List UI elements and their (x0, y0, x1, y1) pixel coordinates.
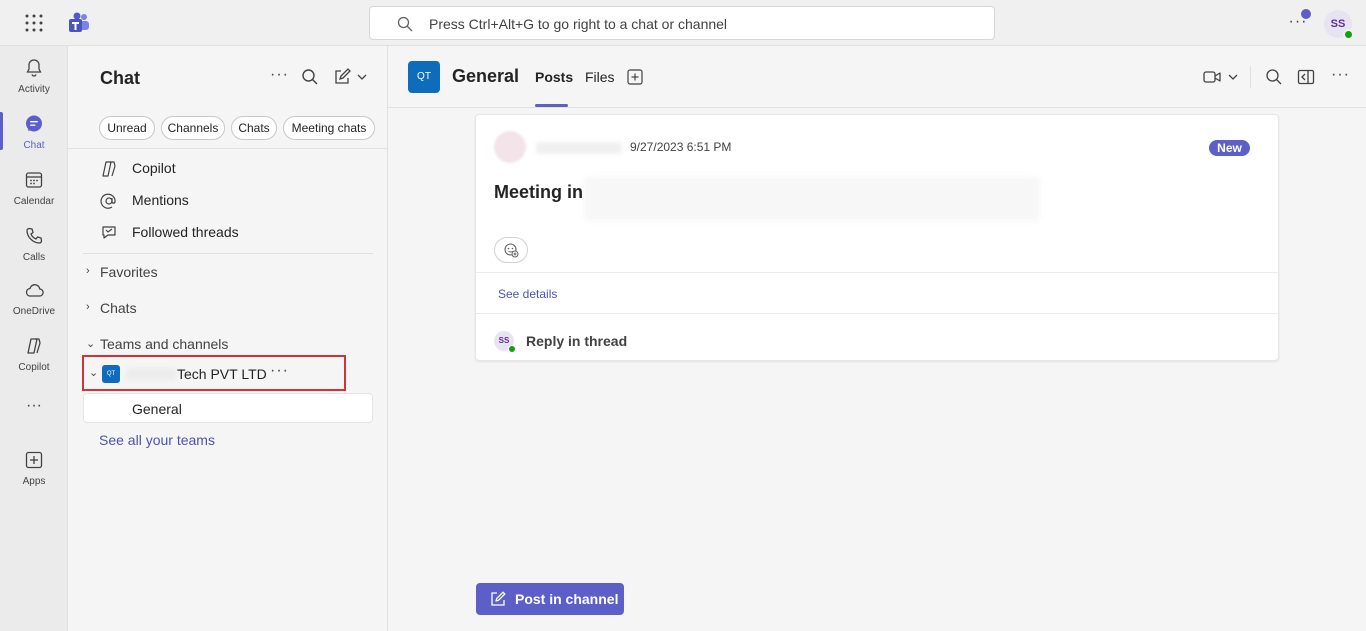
rail-item-apps[interactable]: Apps (0, 442, 68, 494)
title-bar: ··· SS (0, 0, 1366, 46)
presence-available-icon (1343, 29, 1354, 40)
compose-icon (491, 591, 506, 606)
rail-item-activity[interactable]: Activity (0, 50, 68, 102)
filter-meeting-chats[interactable]: Meeting chats (283, 116, 375, 140)
rail-item-calls[interactable]: Calls (0, 218, 68, 270)
rail-label: Activity (18, 84, 50, 95)
avatar-initials: SS (1330, 18, 1346, 30)
app-rail: Activity Chat Calendar Calls OneDrive Co… (0, 46, 68, 631)
divider (476, 313, 1278, 314)
phone-icon (26, 227, 43, 244)
search-box[interactable] (369, 6, 995, 40)
copilot-icon (27, 338, 41, 354)
channel-header: QT General Posts Files ··· (388, 46, 1366, 108)
more-options-icon[interactable]: ··· (1331, 67, 1349, 86)
divider (83, 253, 373, 254)
rail-label: OneDrive (12, 306, 56, 317)
tab-files[interactable]: Files (585, 69, 615, 85)
panel-title: Chat (100, 68, 140, 88)
new-chat-icon[interactable] (333, 68, 369, 86)
redacted-text (584, 177, 1040, 221)
new-badge: New (1209, 140, 1250, 156)
rail-label: Chat (23, 140, 45, 151)
post-timestamp: 9/27/2023 6:51 PM (630, 140, 732, 154)
filter-chats[interactable]: Chats (231, 116, 277, 140)
chevron-down-icon: ⌄ (89, 367, 99, 379)
channel-item-general[interactable]: General (83, 393, 373, 423)
post-subject: Meeting in (494, 182, 583, 202)
section-label: Favorites (100, 264, 158, 280)
author-avatar (494, 131, 526, 163)
cloud-icon (25, 284, 44, 297)
nav-item-label: Mentions (132, 192, 189, 208)
copilot-icon (102, 161, 116, 177)
presence-available-icon (508, 345, 516, 353)
add-reaction-button[interactable] (494, 237, 528, 263)
channel-name: General (132, 401, 182, 417)
chevron-down-icon: ⌄ (86, 338, 96, 350)
chat-icon (26, 115, 42, 132)
see-details-link[interactable]: See details (498, 287, 557, 301)
divider (476, 272, 1278, 273)
redacted-text (126, 368, 176, 380)
channel-avatar: QT (408, 61, 440, 93)
notification-dot (1301, 9, 1311, 19)
app-launcher-icon[interactable] (24, 13, 44, 33)
rail-label: Calls (22, 252, 46, 263)
search-icon[interactable] (1265, 68, 1283, 86)
active-tab-indicator (535, 104, 568, 107)
post-card: 9/27/2023 6:51 PM New Meeting in See det… (475, 114, 1279, 361)
section-label: Chats (100, 300, 137, 316)
panel-more-icon[interactable]: ··· (270, 67, 288, 86)
team-avatar: QT (102, 365, 120, 383)
post-in-channel-button[interactable]: Post in channel (476, 583, 624, 615)
chevron-right-icon: › (86, 301, 90, 313)
channel-title: General (452, 66, 520, 86)
section-label: Teams and channels (100, 336, 229, 352)
see-all-teams-link[interactable]: See all your teams (99, 432, 215, 448)
add-tab-icon[interactable] (627, 69, 643, 85)
team-more-icon[interactable]: ··· (270, 362, 289, 380)
nav-item-label: Copilot (132, 160, 176, 176)
profile-avatar[interactable]: SS (1324, 10, 1354, 40)
rail-label: Copilot (18, 362, 50, 373)
more-apps-icon[interactable]: ··· (24, 398, 44, 417)
filter-channels[interactable]: Channels (161, 116, 225, 140)
rail-label: Apps (22, 476, 46, 487)
redacted-author-name (536, 142, 622, 154)
teams-logo-icon (69, 12, 89, 32)
thread-icon (102, 226, 116, 239)
rail-item-calendar[interactable]: Calendar (0, 162, 68, 214)
divider (68, 148, 388, 149)
chevron-right-icon: › (86, 265, 90, 277)
nav-item-label: Followed threads (132, 224, 239, 240)
team-name: Tech PVT LTD (177, 366, 267, 382)
team-item[interactable]: ⌄ QT Tech PVT LTD ··· (82, 355, 346, 391)
calendar-icon (25, 172, 43, 188)
reply-avatar: SS (494, 331, 516, 353)
post-in-channel-label: Post in channel (515, 591, 619, 607)
channel-info-icon[interactable] (1297, 68, 1315, 86)
search-input[interactable] (429, 14, 969, 34)
search-icon (397, 16, 413, 32)
channel-view: QT General Posts Files ··· 9/27/2023 6:5… (388, 46, 1366, 631)
rail-item-onedrive[interactable]: OneDrive (0, 272, 68, 324)
chat-list-panel: Chat ··· Unread Channels Chats Meeting c… (68, 46, 388, 631)
rail-label: Calendar (13, 196, 55, 207)
at-icon (100, 193, 116, 209)
filter-unread[interactable]: Unread (99, 116, 155, 140)
rail-item-chat[interactable]: Chat (0, 106, 68, 158)
bell-icon (26, 59, 42, 77)
plus-square-icon (25, 451, 43, 469)
meet-video-icon[interactable] (1203, 68, 1241, 86)
rail-item-copilot[interactable]: Copilot (0, 328, 68, 380)
emoji-add-icon (504, 243, 519, 258)
tab-posts[interactable]: Posts (535, 69, 573, 85)
search-icon[interactable] (301, 68, 319, 86)
avatar-initials: SS (498, 336, 510, 345)
reply-in-thread-button[interactable]: Reply in thread (526, 333, 627, 349)
header-separator (1250, 66, 1251, 88)
